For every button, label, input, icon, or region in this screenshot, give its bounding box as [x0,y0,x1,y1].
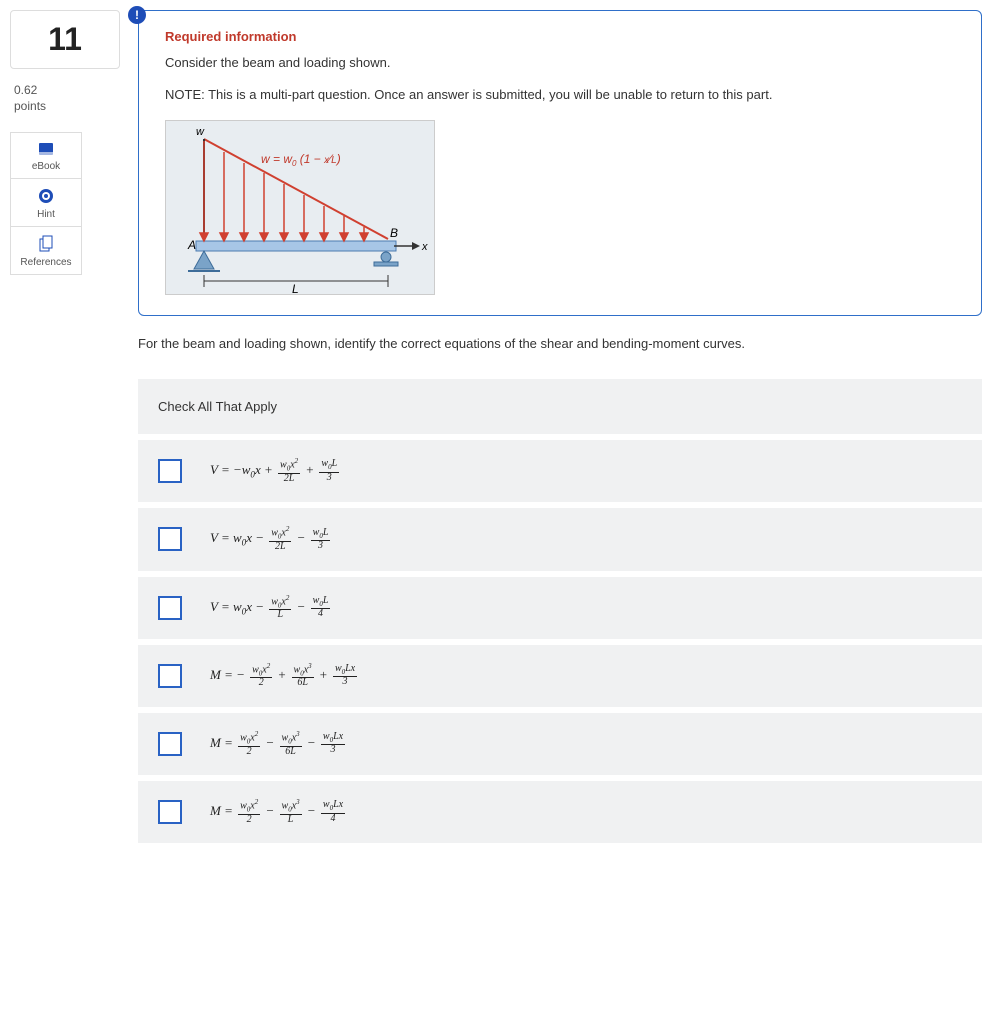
required-heading: Required information [165,29,961,44]
option-checkbox-4[interactable] [158,664,182,688]
tool-column: eBook Hint References [10,132,82,275]
option-equation-6: M = w0x22 − w0x3L − w0Lx4 [210,799,347,825]
beam-figure: w w = w0 (1 − x⁄L) A B x L [165,120,435,295]
required-info-box: Required information Consider the beam a… [138,10,982,316]
question-number: 11 [10,10,120,69]
option-equation-5: M = w0x22 − w0x36L − w0Lx3 [210,731,347,757]
option-row: V = −w0x + w0x22L + w0L3 [138,440,982,502]
points-block: 0.62 points [14,83,120,114]
references-label: References [20,257,71,268]
option-checkbox-2[interactable] [158,527,182,551]
fig-eqn: w = w0 (1 − x⁄L) [261,152,341,168]
fig-L: L [292,282,299,296]
check-all-label: Check All That Apply [158,399,277,414]
option-checkbox-1[interactable] [158,459,182,483]
required-body: Consider the beam and loading shown. NOT… [165,52,961,295]
points-value: 0.62 [14,83,120,99]
check-all-panel: Check All That Apply [138,379,982,434]
points-label: points [14,99,120,115]
references-button[interactable]: References [10,227,82,275]
fig-w-label: w [196,126,205,138]
option-equation-4: M = − w0x22 + w0x36L + w0Lx3 [210,663,359,689]
required-intro: Consider the beam and loading shown. [165,52,961,74]
question-prompt: For the beam and loading shown, identify… [138,336,982,351]
option-row: M = − w0x22 + w0x36L + w0Lx3 [138,645,982,707]
option-checkbox-6[interactable] [158,800,182,824]
fig-B: B [390,226,398,240]
ebook-button[interactable]: eBook [10,132,82,179]
option-row: M = w0x22 − w0x3L − w0Lx4 [138,781,982,843]
fig-A: A [187,238,196,252]
option-equation-1: V = −w0x + w0x22L + w0L3 [210,458,341,484]
option-checkbox-5[interactable] [158,732,182,756]
main-content: ! Required information Consider the beam… [120,10,982,849]
option-checkbox-3[interactable] [158,596,182,620]
hint-button[interactable]: Hint [10,179,82,227]
ebook-label: eBook [32,161,60,172]
sidebar: 11 0.62 points eBook Hint References [10,10,120,849]
hint-label: Hint [37,209,55,220]
required-note: NOTE: This is a multi-part question. Onc… [165,84,961,106]
option-row: V = w0x − w0x2L − w0L4 [138,577,982,639]
option-row: M = w0x22 − w0x36L − w0Lx3 [138,713,982,775]
option-row: V = w0x − w0x22L − w0L3 [138,508,982,570]
target-icon [37,187,55,205]
copy-icon [38,235,54,253]
book-icon [37,141,55,157]
info-badge-icon: ! [128,6,146,24]
fig-x: x [421,241,428,253]
option-equation-3: V = w0x − w0x2L − w0L4 [210,595,332,621]
option-equation-2: V = w0x − w0x22L − w0L3 [210,526,332,552]
